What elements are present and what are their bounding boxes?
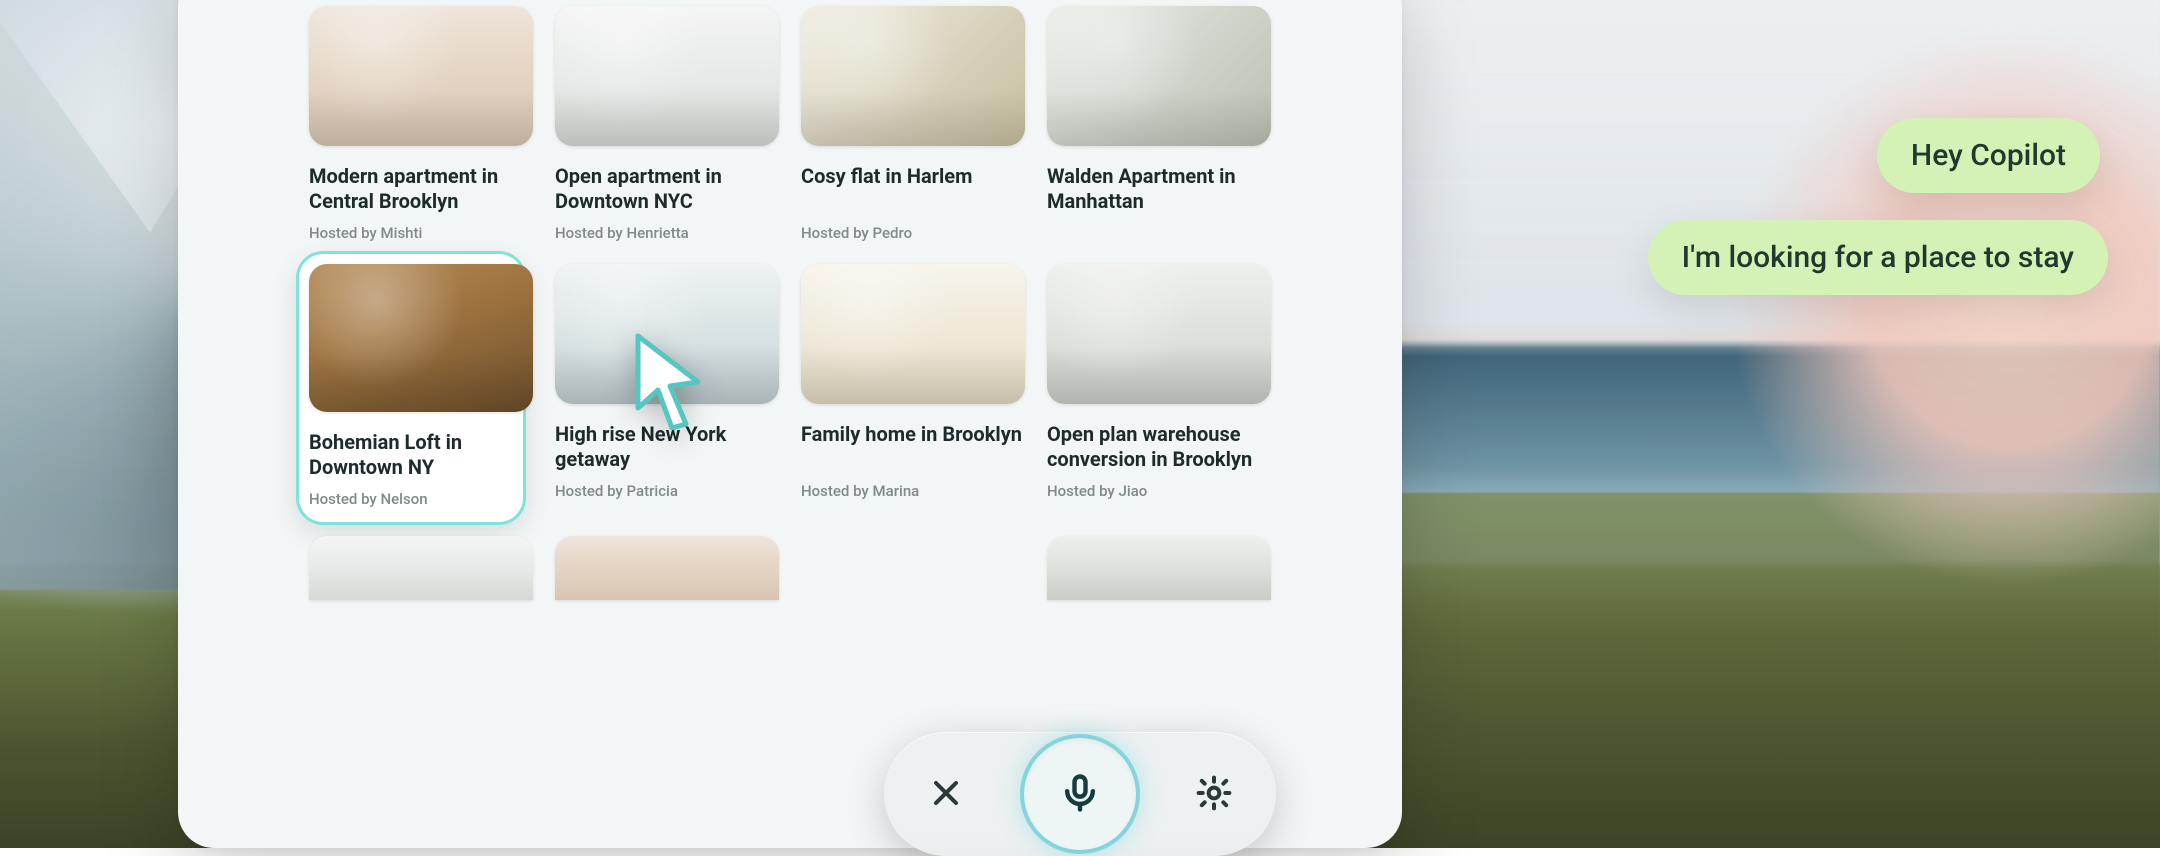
listing-title: Open plan warehouse conversion in Brookl… [1047, 422, 1271, 472]
listing-thumbnail-peek[interactable] [309, 536, 533, 600]
voice-bubble-1: Hey Copilot [1877, 118, 2100, 193]
listing-card[interactable]: Open plan warehouse conversion in Brookl… [1047, 264, 1271, 508]
listing-host: Hosted by Patricia [555, 482, 779, 500]
listings-grid: Modern apartment in Central Brooklyn Hos… [178, 6, 1402, 508]
listing-thumbnail [309, 264, 533, 412]
microphone-icon [1058, 771, 1102, 818]
listing-thumbnail [555, 6, 779, 146]
settings-button[interactable] [1166, 746, 1262, 842]
listing-thumbnail-peek[interactable] [1047, 536, 1271, 600]
listing-card[interactable]: Family home in Brooklyn Hosted by Marina [801, 264, 1025, 508]
listing-thumbnail [1047, 6, 1271, 146]
listing-thumbnail [1047, 264, 1271, 404]
listing-card[interactable]: High rise New York getaway Hosted by Pat… [555, 264, 779, 508]
voice-toolbar [884, 732, 1276, 856]
listing-title: High rise New York getaway [555, 422, 779, 472]
listing-title: Open apartment in Downtown NYC [555, 164, 779, 214]
listing-thumbnail-peek[interactable] [555, 536, 779, 600]
listing-card[interactable]: Walden Apartment in Manhattan [1047, 6, 1271, 242]
listing-title: Modern apartment in Central Brooklyn [309, 164, 533, 214]
listings-window: Modern apartment in Central Brooklyn Hos… [178, 0, 1402, 848]
listing-card[interactable]: Modern apartment in Central Brooklyn Hos… [309, 6, 533, 242]
listing-title: Cosy flat in Harlem [801, 164, 1025, 214]
listing-host: Hosted by Marina [801, 482, 1025, 500]
listing-card[interactable]: Cosy flat in Harlem Hosted by Pedro [801, 6, 1025, 242]
listings-grid-next-row [178, 536, 1402, 600]
close-button[interactable] [898, 746, 994, 842]
listing-title: Bohemian Loft in Downtown NY [309, 430, 513, 480]
listing-thumbnail [555, 264, 779, 404]
close-icon [926, 773, 966, 816]
listing-title: Family home in Brooklyn [801, 422, 1025, 472]
listing-host: Hosted by Pedro [801, 224, 1025, 242]
listing-card[interactable]: Open apartment in Downtown NYC Hosted by… [555, 6, 779, 242]
listing-host: Hosted by Henrietta [555, 224, 779, 242]
listing-thumbnail [801, 6, 1025, 146]
listing-host: Hosted by Mishti [309, 224, 533, 242]
listing-host: Hosted by Jiao [1047, 482, 1271, 500]
listing-card-selected[interactable]: Bohemian Loft in Downtown NY Hosted by N… [299, 254, 523, 522]
voice-bubble-2: I'm looking for a place to stay [1648, 220, 2108, 295]
listing-thumbnail [309, 6, 533, 146]
listing-title: Walden Apartment in Manhattan [1047, 164, 1271, 214]
gear-icon [1194, 773, 1234, 816]
listing-host: Hosted by Nelson [309, 490, 513, 508]
microphone-button[interactable] [1024, 738, 1136, 850]
listing-thumbnail [801, 264, 1025, 404]
